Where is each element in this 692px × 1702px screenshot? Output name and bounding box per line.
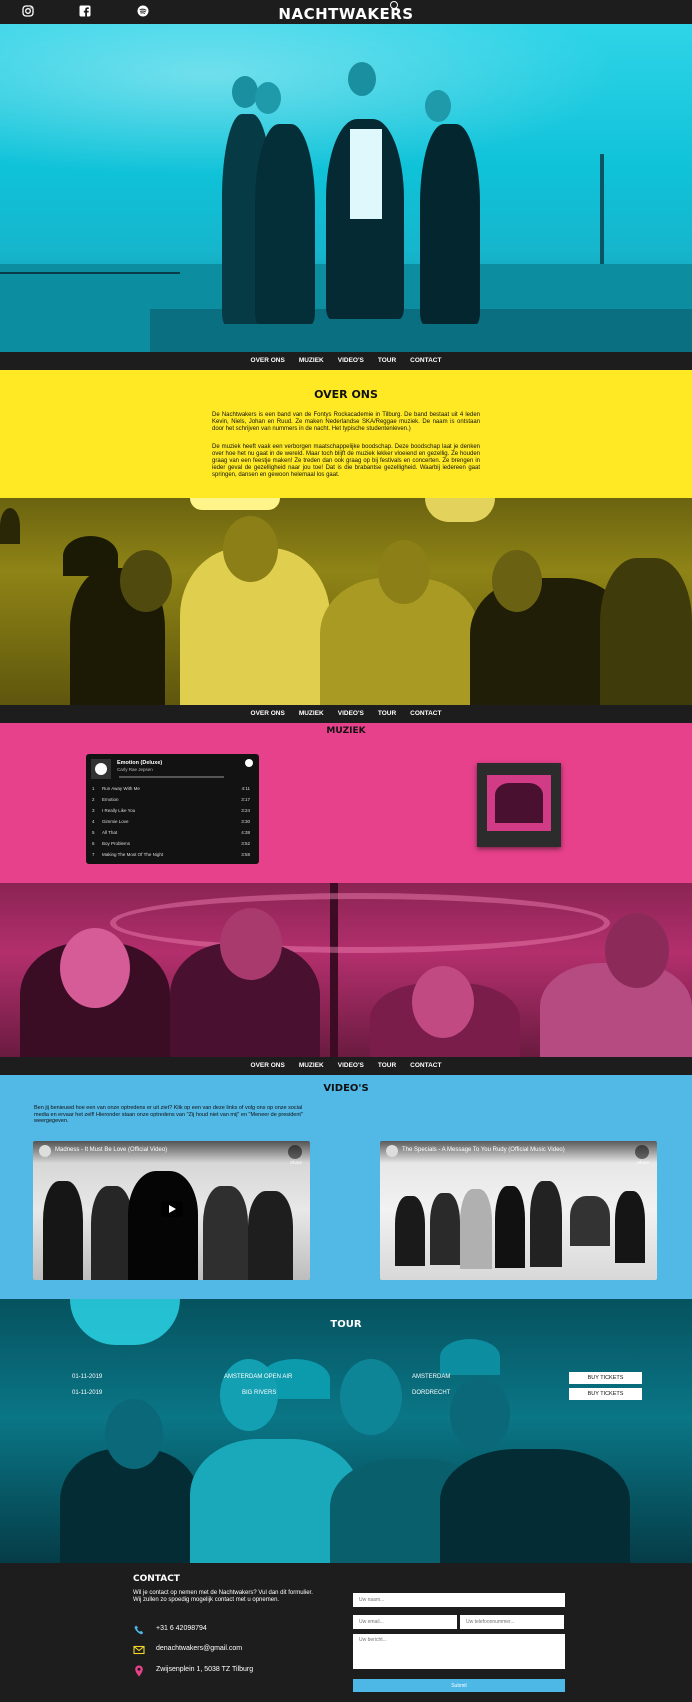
nav-over-ons[interactable]: OVER ONS	[244, 352, 292, 370]
section-nav-2: OVER ONS MUZIEK VIDEO'S TOUR CONTACT	[0, 705, 692, 723]
hero-photo	[0, 24, 692, 352]
tour-date: 01-11-2019	[72, 1390, 103, 1396]
track-row[interactable]: 7 Making The Most Of The Night 3:58	[92, 852, 250, 863]
spotify-player[interactable]: Emotion (Deluxe) Carly Rae Jepsen 1 Run A…	[86, 754, 259, 864]
nav-tour[interactable]: TOUR	[371, 1057, 403, 1075]
videos-intro: Ben jij benieuwd hoe een van onze optred…	[34, 1105, 303, 1124]
play-button[interactable]	[95, 763, 107, 775]
contact-email[interactable]: denachtwakers@gmail.com	[156, 1645, 242, 1652]
share-icon[interactable]	[288, 1145, 302, 1159]
brand-logo[interactable]: NACHTWAKERS	[0, 5, 692, 23]
tour-event: AMSTERDAM OPEN AIR	[224, 1374, 293, 1380]
video-play-button[interactable]	[161, 1201, 183, 1217]
track-row[interactable]: 1 Run Away With Me 4:11	[92, 786, 250, 797]
video-embed-1[interactable]: Madness - It Must Be Love (Official Vide…	[33, 1141, 310, 1280]
contact-intro: Wil je contact op nemen met de Nachtwake…	[133, 1590, 313, 1603]
band-photo-pink	[0, 883, 692, 1058]
nav-over-ons[interactable]: OVER ONS	[244, 1057, 292, 1075]
player-album-title: Emotion (Deluxe)	[117, 760, 163, 766]
submit-button[interactable]: Submit	[353, 1679, 565, 1692]
top-bar: NACHTWAKERS	[0, 0, 692, 24]
tour-city: DORDRECHT	[412, 1390, 451, 1396]
name-field[interactable]	[353, 1593, 565, 1607]
track-row[interactable]: 6 Boy Problems 3:52	[92, 841, 250, 852]
nav-over-ons[interactable]: OVER ONS	[244, 705, 292, 723]
nav-videos[interactable]: VIDEO'S	[331, 705, 371, 723]
album-artwork[interactable]	[477, 763, 561, 847]
spotify-icon[interactable]	[245, 759, 253, 767]
moon-icon	[390, 1, 398, 9]
about-section: OVER ONS De Nachtwakers is een band van …	[0, 370, 692, 498]
contact-title: CONTACT	[133, 1574, 180, 1584]
contact-phone[interactable]: +31 6 42098794	[156, 1625, 207, 1632]
message-field[interactable]	[353, 1634, 565, 1669]
contact-address: Zwijsenplein 1, 5038 TZ Tilburg	[156, 1666, 254, 1673]
nav-muziek[interactable]: MUZIEK	[292, 1057, 331, 1075]
progress-bar[interactable]	[119, 776, 224, 778]
location-pin-icon	[133, 1664, 145, 1677]
video-embed-2[interactable]: The Specials - A Message To You Rudy (Of…	[380, 1141, 657, 1280]
music-title: MUZIEK	[326, 726, 366, 736]
nav-tour[interactable]: TOUR	[371, 352, 403, 370]
mail-icon	[133, 1643, 145, 1655]
email-field[interactable]	[353, 1615, 457, 1629]
tour-title: TOUR	[330, 1319, 362, 1330]
about-title: OVER ONS	[314, 388, 378, 401]
nav-videos[interactable]: VIDEO'S	[331, 1057, 371, 1075]
tour-event: BIG RIVERS	[242, 1390, 277, 1396]
channel-avatar	[39, 1145, 51, 1157]
player-artist: Carly Rae Jepsen	[117, 767, 153, 772]
nav-contact[interactable]: CONTACT	[403, 1057, 448, 1075]
contact-section: CONTACT Wil je contact op nemen met de N…	[0, 1563, 692, 1702]
phone-icon	[133, 1623, 145, 1635]
tour-section: TOUR	[0, 1299, 692, 1563]
nav-tour[interactable]: TOUR	[371, 705, 403, 723]
buy-tickets-button[interactable]: BUY TICKETS	[569, 1372, 642, 1384]
section-nav-3: OVER ONS MUZIEK VIDEO'S TOUR CONTACT	[0, 1057, 692, 1075]
share-icon[interactable]	[635, 1145, 649, 1159]
video-title[interactable]: Madness - It Must Be Love (Official Vide…	[55, 1147, 167, 1153]
videos-title: VIDEO'S	[323, 1083, 369, 1094]
tour-city: AMSTERDAM	[412, 1374, 451, 1380]
track-row[interactable]: 5 All That 4:38	[92, 830, 250, 841]
about-paragraph-2: De muziek heeft vaak een verborgen maats…	[212, 444, 480, 478]
tour-date: 01-11-2019	[72, 1374, 103, 1380]
band-photo-yellow	[0, 498, 692, 706]
nav-contact[interactable]: CONTACT	[403, 352, 448, 370]
nav-muziek[interactable]: MUZIEK	[292, 352, 331, 370]
nav-videos[interactable]: VIDEO'S	[331, 352, 371, 370]
nav-contact[interactable]: CONTACT	[403, 705, 448, 723]
video-title[interactable]: The Specials - A Message To You Rudy (Of…	[402, 1147, 565, 1153]
nav-muziek[interactable]: MUZIEK	[292, 705, 331, 723]
track-row[interactable]: 4 Gimmie Love 3:30	[92, 819, 250, 830]
buy-tickets-button[interactable]: BUY TICKETS	[569, 1388, 642, 1400]
about-paragraph-1: De Nachtwakers is een band van de Fontys…	[212, 412, 480, 432]
channel-avatar	[386, 1145, 398, 1157]
track-row[interactable]: 2 Emotion 3:17	[92, 797, 250, 808]
section-nav-1: OVER ONS MUZIEK VIDEO'S TOUR CONTACT	[0, 352, 692, 370]
share-label: Share	[636, 1160, 649, 1165]
phone-field[interactable]	[460, 1615, 564, 1629]
share-label: Share	[289, 1160, 302, 1165]
track-row[interactable]: 3I Really Like You 3:24	[92, 808, 250, 819]
